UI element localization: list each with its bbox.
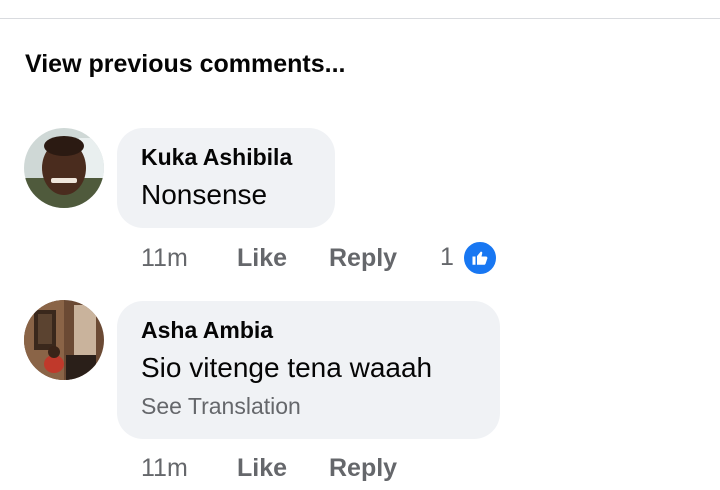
comment-actions: 11m Like Reply (141, 454, 421, 488)
comment-bubble: Asha Ambia Sio vitenge tena waaah See Tr… (117, 301, 500, 439)
comment-text: Sio vitenge tena waaah (141, 352, 433, 383)
reply-button[interactable]: Reply (329, 454, 397, 483)
view-previous-comments-link[interactable]: View previous comments... (25, 50, 345, 79)
like-button[interactable]: Like (237, 454, 287, 483)
avatar[interactable] (24, 300, 104, 380)
see-translation-link[interactable]: See Translation (141, 391, 476, 421)
comment-text: Nonsense (141, 179, 268, 210)
avatar[interactable] (24, 128, 104, 208)
comment-bubble: Kuka Ashibila Nonsense (117, 128, 335, 228)
comment-author[interactable]: Kuka Ashibila (141, 144, 311, 170)
comment-timestamp[interactable]: 11m (141, 244, 188, 273)
comment-author[interactable]: Asha Ambia (141, 317, 476, 343)
comment-actions: 11m Like Reply (141, 244, 421, 278)
reaction-count[interactable]: 1 (440, 243, 454, 272)
comment-timestamp[interactable]: 11m (141, 454, 188, 483)
reply-button[interactable]: Reply (329, 244, 397, 273)
top-divider (0, 18, 720, 19)
like-button[interactable]: Like (237, 244, 287, 273)
like-icon (462, 240, 498, 276)
